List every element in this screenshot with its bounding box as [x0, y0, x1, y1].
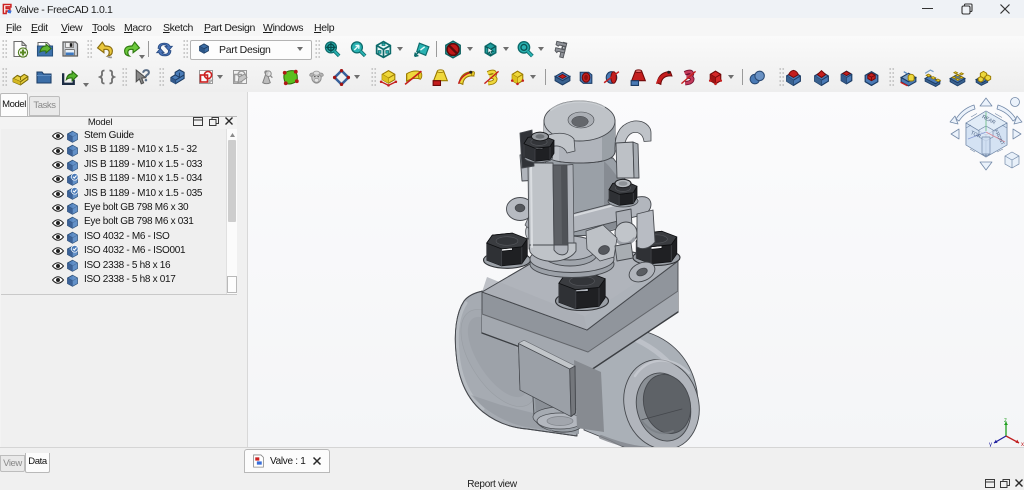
- svg-text:z: z: [1004, 418, 1007, 424]
